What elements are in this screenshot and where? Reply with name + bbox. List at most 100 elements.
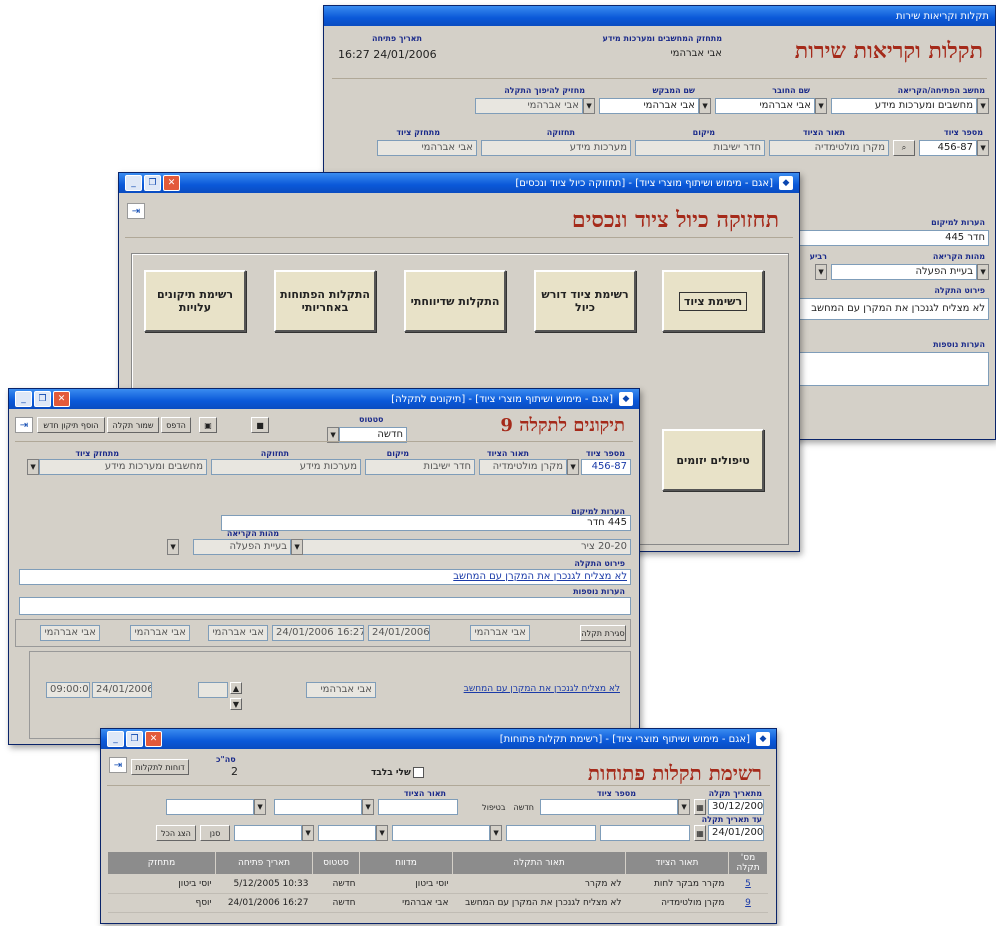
close-icon[interactable]: ✕ <box>53 391 70 407</box>
calibration-list-button[interactable]: רשימת ציוד דורש כיול <box>534 270 636 332</box>
filter-button[interactable]: סנן <box>200 825 230 841</box>
reporter-filter[interactable] <box>506 825 596 841</box>
column-header[interactable]: תאור הציוד <box>625 851 729 875</box>
calendar-icon[interactable]: ▦ <box>694 825 706 841</box>
desc-label: פירוט התקלה <box>934 286 985 295</box>
notes-field[interactable] <box>789 352 989 386</box>
exit-icon[interactable]: ⇥ <box>109 757 127 773</box>
equipment-list-button[interactable]: רשימת ציוד <box>662 270 764 332</box>
category-select[interactable]: ▼ בעיית הפעלה <box>831 264 989 280</box>
exit-icon[interactable]: ⇥ <box>127 203 145 219</box>
save-fault-button[interactable]: שמור תקלה <box>107 417 159 433</box>
equip-desc-filter[interactable] <box>600 825 690 841</box>
reporter-select[interactable]: ▼ אבי אברהמי <box>715 98 827 114</box>
restore-icon[interactable]: ❐ <box>144 175 161 191</box>
only-mine-checkbox[interactable]: שלי בלבד <box>371 767 424 778</box>
my-reported-faults-button[interactable]: התקלות שדיווחתי <box>404 270 506 332</box>
desc-field[interactable]: לא מצליח לגנכרן את המקרן עם המחשב <box>19 569 631 585</box>
category-select[interactable]: ▼ בעיית הפעלה <box>193 539 303 555</box>
my-open-faults-button[interactable]: התקלות הפתוחות באחריותי <box>274 270 376 332</box>
window-title: [אגם - מימוש ושיתוף מוצרי ציוד] - [תיקונ… <box>391 393 613 405</box>
chevron-down-icon: ▼ <box>567 459 579 475</box>
minimize-icon[interactable]: _ <box>107 731 124 747</box>
owner-select[interactable]: ▼ אבי אברהמי <box>475 98 595 114</box>
chevron-down-icon: ▼ <box>27 459 39 475</box>
status-filter-options[interactable]: חדשה בטיפול <box>482 803 534 812</box>
toolbar-button-a[interactable]: ▣ <box>199 417 217 433</box>
scroll-up-icon[interactable]: ▲ <box>230 682 242 694</box>
minimize-icon[interactable]: _ <box>15 391 32 407</box>
equip-no-label: מספר ציוד <box>943 128 983 137</box>
show-all-button[interactable]: הצג הכל <box>156 825 196 841</box>
app-icon: ◆ <box>779 176 793 190</box>
from-date-field[interactable]: 30/12/2004 <box>708 799 764 815</box>
desc-field[interactable]: לא מצליח לגנכרן את המקרן עם המחשב <box>789 298 989 320</box>
repair-time-field: 09:00:00 <box>46 682 90 698</box>
open-date-cell: 24/01/2006 16:27 <box>215 893 313 913</box>
status-cell: חדשה <box>312 874 360 894</box>
requester-label: שם המבקש <box>652 86 695 95</box>
close-icon[interactable]: ✕ <box>163 175 180 191</box>
maintenance-label: תחזוקה <box>260 449 289 458</box>
status-filter[interactable]: ▼ <box>318 825 388 841</box>
proactive-care-button[interactable]: טיפולים יזומים <box>662 429 764 491</box>
extra-select[interactable]: ▼ <box>807 264 827 280</box>
maintainer-select[interactable]: מחשבים ומערכות מידע ▼ <box>27 459 207 475</box>
column-header[interactable]: מדווח <box>359 851 453 875</box>
loc-note-field[interactable]: חדר 445 <box>789 230 989 246</box>
lookup-button[interactable]: ⌕ <box>893 140 915 156</box>
minimize-icon[interactable]: _ <box>125 175 142 191</box>
repairs-costs-button[interactable]: רשימת תיקונים עלויות <box>144 270 246 332</box>
maintainer-label: מתחזק ציוד <box>396 128 440 137</box>
status-cell: חדשה <box>312 893 360 913</box>
requester-select[interactable]: ▼ אבי אברהמי <box>599 98 711 114</box>
equip-no-select[interactable]: ▼ <box>540 799 690 815</box>
faults-table: מס' תקלה תאור הציוד תאור התקלה מדווח סטט… <box>107 851 768 913</box>
toolbar-button-b[interactable]: ■ <box>251 417 269 433</box>
request-unit-select[interactable]: ▼ מחשבים ומערכות מידע <box>831 98 989 114</box>
request-unit-label: מחשב הפתיחה/הקריאה <box>897 86 985 95</box>
scroll-down-icon[interactable]: ▼ <box>230 698 242 710</box>
restore-icon[interactable]: ❐ <box>34 391 51 407</box>
loc-note-field[interactable]: 445 חדר <box>221 515 631 531</box>
fault-number[interactable]: 9 <box>728 893 768 913</box>
equip-no-select[interactable]: ▼ 456-87 <box>919 140 989 156</box>
window-title: תקלות וקריאות שירות <box>896 10 989 22</box>
fault-number[interactable]: 5 <box>728 874 768 894</box>
calendar-icon[interactable]: ▦ <box>694 799 706 815</box>
table-row[interactable]: 5 מקרר מבקר לחות לא מקרר יוסי ביטון חדשה… <box>107 874 768 894</box>
chevron-down-icon: ▼ <box>167 539 179 555</box>
chevron-down-icon: ▼ <box>977 264 989 280</box>
print-button[interactable]: הדפס <box>161 417 191 433</box>
desc-label: פירוט התקלה <box>574 559 625 568</box>
column-header[interactable]: מתחזק <box>107 851 216 875</box>
maintenance-filter[interactable]: ▼ <box>392 825 502 841</box>
close-icon[interactable]: ✕ <box>145 731 162 747</box>
app-icon: ◆ <box>756 732 770 746</box>
column-header[interactable]: תאריך פתיחה <box>215 851 313 875</box>
status-select[interactable]: ▼ <box>274 799 374 815</box>
titlebar: תקלות וקריאות שירות <box>324 6 995 26</box>
column-header[interactable]: סטטוס <box>312 851 360 875</box>
table-row[interactable]: 9 מקרן מולטימדיה לא מצליח לגנכרן את המקר… <box>107 893 768 913</box>
exit-icon[interactable]: ⇥ <box>15 417 33 433</box>
repair-description-link[interactable]: לא מצליח לגנכרן את המקרן עם המחשב <box>464 684 620 694</box>
close-fault-button[interactable]: סגירת תקלה <box>580 625 626 641</box>
extra-label: רביע <box>809 252 827 261</box>
restore-icon[interactable]: ❐ <box>126 731 143 747</box>
equip-desc-label: תאור הציוד <box>802 128 845 137</box>
fault-reports-button[interactable]: דוחות לתקלות <box>131 759 189 775</box>
add-repair-button[interactable]: הוסף תיקון חדש <box>37 417 105 433</box>
chevron-down-icon: ▼ <box>291 539 303 555</box>
column-header[interactable]: תאור התקלה <box>452 851 626 875</box>
equip-desc-cell: מקרן מולטימדיה <box>625 893 729 913</box>
owner-filter[interactable]: ▼ <box>234 825 314 841</box>
equip-desc-select[interactable]: ▼ מקרן מולטימדיה <box>479 459 579 475</box>
column-header[interactable]: מס' תקלה <box>728 851 768 875</box>
notes-field[interactable] <box>19 597 631 615</box>
to-date-field[interactable]: 24/01/2006 <box>708 825 764 841</box>
owner-label: מחזיק להיפוך התקלה <box>504 86 585 95</box>
desc-field[interactable] <box>378 799 458 815</box>
minor-select[interactable]: ▼ <box>165 539 179 555</box>
unit-select[interactable]: ▼ <box>166 799 266 815</box>
